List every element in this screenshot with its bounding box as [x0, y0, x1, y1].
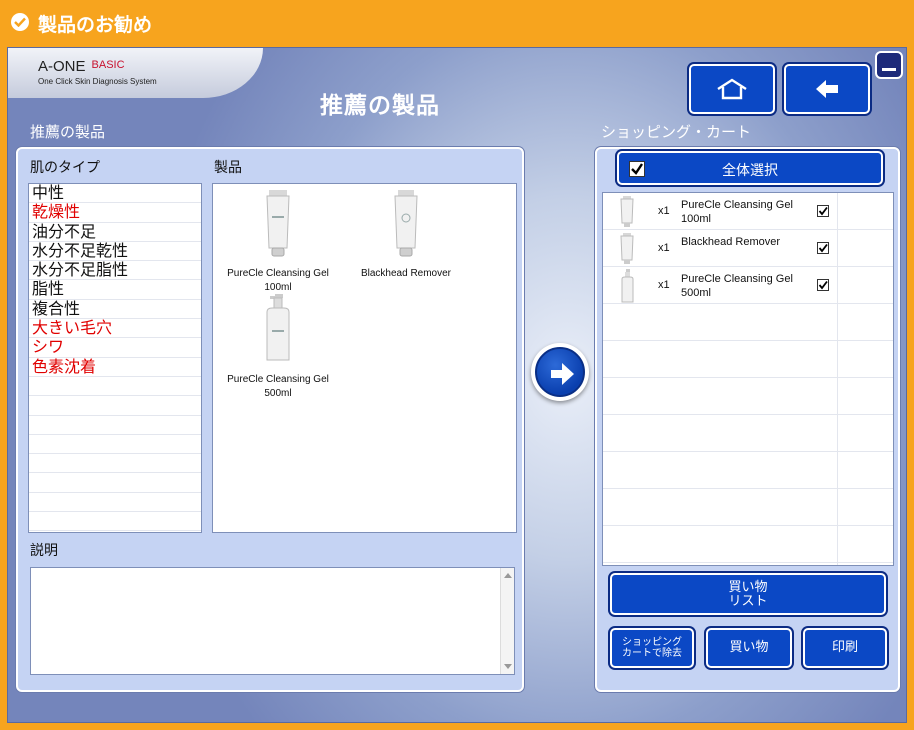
skin-type-row[interactable] — [29, 493, 201, 513]
description-text — [31, 568, 514, 576]
product-size: 500ml — [264, 388, 292, 399]
description-textarea[interactable] — [30, 567, 515, 675]
product-header: 製品 — [214, 160, 242, 176]
skin-type-row[interactable]: シワ — [29, 338, 201, 358]
cart-section-label: ショッピング・カート — [601, 123, 752, 141]
skin-type-header: 肌のタイプ — [30, 160, 100, 176]
window-titlebar: 製品のお勧め — [0, 0, 914, 46]
product-pump-bottle-image — [266, 294, 290, 361]
skin-type-row[interactable]: 水分不足脂性 — [29, 261, 201, 281]
checkmark-icon — [818, 243, 828, 253]
cart-row[interactable] — [603, 526, 893, 563]
buy-button[interactable]: 買い物 — [706, 628, 792, 668]
product-name: PureCle Cleansing Gel — [227, 268, 329, 279]
check-circle-icon — [11, 13, 29, 31]
minimize-button[interactable] — [875, 51, 903, 79]
cart-row[interactable] — [603, 304, 893, 341]
back-button[interactable] — [784, 64, 870, 114]
back-arrow-icon — [816, 80, 838, 98]
cart-item-name: PureCle Cleansing Gel 100ml — [681, 199, 793, 225]
cart-item-checkbox[interactable] — [817, 205, 829, 217]
scroll-down-icon[interactable] — [504, 664, 512, 669]
skin-type-row[interactable]: 油分不足 — [29, 222, 201, 242]
shopping-list-label-line2: リスト — [728, 594, 768, 609]
cart-item-quantity: x1 — [658, 279, 670, 291]
checkmark-icon — [818, 206, 828, 216]
home-button[interactable] — [689, 64, 775, 114]
right-arrow-icon — [551, 363, 574, 385]
description-scrollbar[interactable] — [500, 568, 514, 674]
product-name: Blackhead Remover — [360, 268, 452, 279]
product-card[interactable]: PureCle Cleansing Gel 500ml — [219, 294, 337, 401]
cart-row[interactable] — [603, 341, 893, 378]
main-stage: A-ONE BASIC One Click Skin Diagnosis Syst… — [7, 47, 907, 723]
product-card[interactable]: Blackhead Remover — [347, 188, 465, 281]
checkmark-icon — [818, 280, 828, 290]
description-header: 説明 — [30, 543, 58, 559]
skin-type-row[interactable]: 乾燥性 — [29, 203, 201, 223]
recommended-section-label: 推薦の製品 — [30, 123, 106, 141]
cart-product-thumbnail — [621, 269, 634, 303]
cart-row[interactable]: x1 PureCle Cleansing Gel 500ml — [603, 267, 893, 304]
remove-from-cart-button[interactable]: ショッピング カートで除去 — [610, 628, 694, 668]
skin-type-list[interactable]: 中性 乾燥性 油分不足 水分不足乾性 水分不足脂性 脂性 複合性 大きい毛穴 シワ 色素沈着 — [28, 183, 202, 533]
cart-row[interactable] — [603, 489, 893, 526]
add-to-cart-button[interactable] — [531, 343, 589, 401]
recommendation-panel: 肌のタイプ 製品 中性 乾燥性 油分不足 水分不足乾性 水分不足脂性 脂性 複合性 大きい毛穴… — [16, 147, 524, 692]
cart-row[interactable]: x1 PureCle Cleansing Gel 100ml — [603, 193, 893, 230]
logo-tagline: One Click Skin Diagnosis System — [38, 77, 157, 86]
select-all-button[interactable]: 全体選択 — [617, 151, 883, 185]
print-button[interactable]: 印刷 — [803, 628, 887, 668]
cart-row[interactable] — [603, 378, 893, 415]
skin-type-row[interactable] — [29, 454, 201, 474]
cart-item-quantity: x1 — [658, 242, 670, 254]
cart-item-name: PureCle Cleansing Gel 500ml — [681, 273, 793, 299]
select-all-label: 全体選択 — [722, 163, 778, 179]
window-title: 製品のお勧め — [38, 14, 153, 36]
app-logo: A-ONE BASIC One Click Skin Diagnosis Syst… — [8, 48, 263, 98]
skin-type-row[interactable] — [29, 377, 201, 397]
product-card[interactable]: PureCle Cleansing Gel 100ml — [219, 188, 337, 295]
skin-type-row[interactable] — [29, 473, 201, 493]
page-title: 推薦の製品 — [320, 93, 440, 119]
skin-type-row[interactable] — [29, 396, 201, 416]
product-name: PureCle Cleansing Gel — [227, 374, 329, 385]
shopping-list-label-line1: 買い物 — [728, 580, 768, 595]
shopping-cart-panel: 全体選択 x1 PureCle Cleansing Gel 100ml x1 Blac… — [595, 147, 900, 692]
remove-label-line1: ショッピング — [622, 637, 682, 648]
product-grid[interactable]: PureCle Cleansing Gel 100ml Blackhead Re… — [212, 183, 517, 533]
shopping-list-button[interactable]: 買い物 リスト — [610, 573, 886, 615]
cart-item-checkbox[interactable] — [817, 242, 829, 254]
skin-type-row[interactable] — [29, 416, 201, 435]
cart-item-name: Blackhead Remover — [681, 236, 781, 248]
scroll-up-icon[interactable] — [504, 573, 512, 578]
cart-item-checkbox[interactable] — [817, 279, 829, 291]
logo-brand: A-ONE — [38, 58, 86, 75]
cart-list[interactable]: x1 PureCle Cleansing Gel 100ml x1 Blackhead… — [602, 192, 894, 566]
skin-type-row[interactable]: 脂性 — [29, 280, 201, 300]
cart-row[interactable] — [603, 452, 893, 489]
cart-row[interactable] — [603, 415, 893, 452]
logo-edition: BASIC — [91, 59, 125, 71]
skin-type-row[interactable]: 中性 — [29, 184, 201, 204]
skin-type-row[interactable]: 大きい毛穴 — [29, 318, 201, 339]
skin-type-row[interactable]: 複合性 — [29, 299, 201, 320]
skin-type-row[interactable] — [29, 512, 201, 532]
skin-type-row[interactable] — [29, 435, 201, 455]
skin-type-row[interactable]: 水分不足乾性 — [29, 241, 201, 262]
product-size: 100ml — [264, 282, 292, 293]
cart-product-thumbnail — [620, 196, 634, 227]
product-tube-image — [266, 190, 290, 257]
cart-item-quantity: x1 — [658, 205, 670, 217]
remove-label-line2: カートで除去 — [622, 648, 682, 659]
skin-type-row[interactable]: 色素沈着 — [29, 357, 201, 377]
cart-product-thumbnail — [620, 233, 634, 264]
product-tube-image — [394, 190, 418, 257]
cart-row[interactable]: x1 Blackhead Remover — [603, 230, 893, 267]
home-icon — [717, 78, 747, 100]
minimize-icon — [882, 68, 896, 71]
